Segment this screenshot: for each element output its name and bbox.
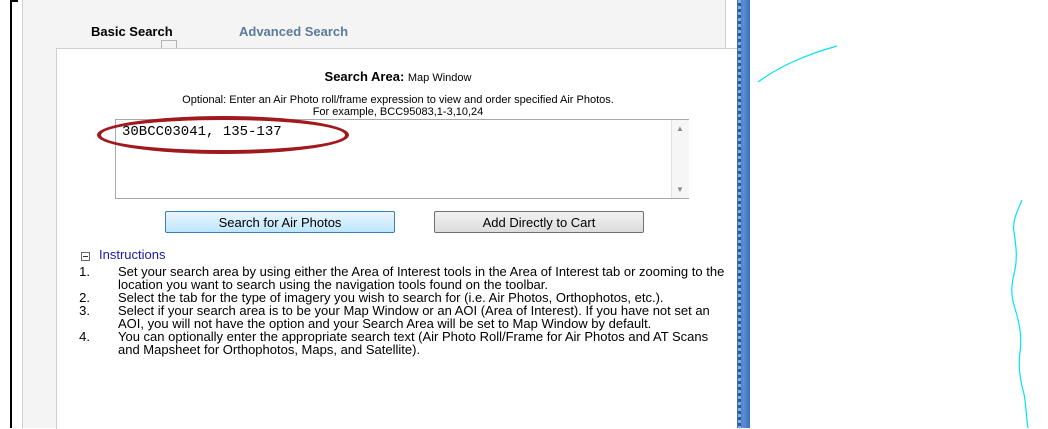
window-left-border xyxy=(10,0,12,428)
search-area-label: Search Area xyxy=(324,69,400,84)
tab-basic-search[interactable]: Basic Search xyxy=(91,24,173,39)
search-area-value: Map Window xyxy=(407,72,472,84)
instructions-list: 1. Set your search area by using either … xyxy=(70,265,730,356)
window-left-border-tick xyxy=(10,0,18,2)
list-item-text: Select if your search area is to be your… xyxy=(118,303,710,331)
list-item-text: Set your search area by using either the… xyxy=(118,264,725,292)
list-item-number: 1. xyxy=(79,264,90,279)
map-boundary-line xyxy=(757,45,838,83)
triangle-down-icon[interactable]: ▼ xyxy=(676,185,684,194)
list-item-number: 4. xyxy=(79,329,90,344)
search-air-photos-button[interactable]: Search for Air Photos xyxy=(165,211,395,233)
map-splitter[interactable] xyxy=(737,0,750,428)
map-window[interactable] xyxy=(750,0,1048,428)
optional-instructions-text: Optional: Enter an Air Photo roll/frame … xyxy=(182,94,614,106)
search-area-heading: Search Area: Map Window xyxy=(57,69,739,84)
list-item: 3. Select if your search area is to be y… xyxy=(70,304,730,330)
minus-box-icon[interactable] xyxy=(81,252,90,261)
list-item-text: You can optionally enter the appropriate… xyxy=(118,329,709,357)
list-item: 1. Set your search area by using either … xyxy=(70,265,730,291)
textarea-scrollbar[interactable]: ▲ ▼ xyxy=(671,120,689,198)
map-boundary-line xyxy=(1011,199,1029,428)
roll-frame-input[interactable] xyxy=(115,119,689,199)
add-to-cart-button[interactable]: Add Directly to Cart xyxy=(434,211,644,233)
search-panel: Basic Search Advanced Search Search Area… xyxy=(22,0,740,429)
list-item-number: 3. xyxy=(79,303,90,318)
basic-search-content: Search Area: Map Window Optional: Enter … xyxy=(56,48,740,429)
tab-advanced-search[interactable]: Advanced Search xyxy=(239,24,348,39)
triangle-up-icon[interactable]: ▲ xyxy=(676,124,684,133)
instructions-heading[interactable]: Instructions xyxy=(99,247,165,262)
example-text: For example, BCC95083,1-3,10,24 xyxy=(312,106,484,118)
list-item: 4. You can optionally enter the appropri… xyxy=(70,330,730,356)
search-area-separator: : xyxy=(399,69,408,84)
